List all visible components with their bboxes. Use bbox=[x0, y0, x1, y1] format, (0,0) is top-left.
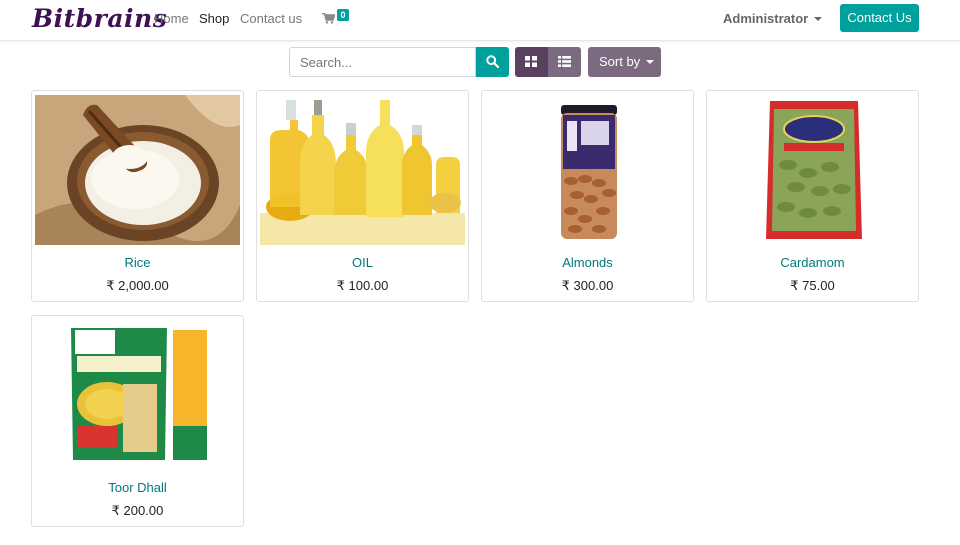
product-card-oil[interactable]: OIL ₹ 100.00 bbox=[256, 90, 469, 302]
product-price: ₹ 100.00 bbox=[336, 278, 389, 293]
almond-jar-image[interactable] bbox=[485, 95, 690, 245]
list-view-button[interactable] bbox=[548, 47, 581, 77]
list-icon bbox=[558, 56, 571, 67]
product-price: ₹ 200.00 bbox=[111, 503, 164, 518]
cart-button[interactable]: 0 bbox=[322, 9, 352, 29]
nav-contact-link[interactable]: Contact us bbox=[240, 11, 302, 26]
product-name-link[interactable]: Cardamom bbox=[707, 255, 918, 270]
rice-bowl-image[interactable] bbox=[35, 95, 240, 245]
product-price: ₹ 300.00 bbox=[561, 278, 614, 293]
user-menu-dropdown[interactable]: Administrator bbox=[723, 11, 823, 26]
cardamom-pack-image[interactable] bbox=[710, 95, 915, 245]
product-card-rice[interactable]: Rice ₹ 2,000.00 bbox=[31, 90, 244, 302]
oil-bottles-image[interactable] bbox=[260, 95, 465, 245]
chevron-down-icon bbox=[646, 59, 655, 64]
product-card-cardamom[interactable]: Cardamom ₹ 75.00 bbox=[706, 90, 919, 302]
product-price: ₹ 75.00 bbox=[790, 278, 835, 293]
cart-icon bbox=[322, 13, 335, 24]
chevron-down-icon bbox=[814, 16, 823, 21]
grid-view-button[interactable] bbox=[515, 47, 548, 77]
product-name-link[interactable]: Almonds bbox=[482, 255, 693, 270]
product-card-toor-dhall[interactable]: Toor Dhall ₹ 200.00 bbox=[31, 315, 244, 527]
search-input[interactable] bbox=[289, 47, 476, 77]
top-navbar: Bitbrains Home Shop Contact us 0 Adminis… bbox=[0, 0, 960, 41]
sort-by-label: Sort by bbox=[599, 54, 641, 69]
product-name-link[interactable]: OIL bbox=[257, 255, 468, 270]
product-price: ₹ 2,000.00 bbox=[106, 278, 169, 293]
cart-count-badge: 0 bbox=[337, 9, 349, 21]
search-icon bbox=[486, 55, 499, 68]
grid-icon bbox=[525, 56, 537, 67]
nav-home-link[interactable]: Home bbox=[154, 11, 189, 26]
product-name-link[interactable]: Toor Dhall bbox=[32, 480, 243, 495]
product-card-almonds[interactable]: Almonds ₹ 300.00 bbox=[481, 90, 694, 302]
contact-us-button[interactable]: Contact Us bbox=[840, 4, 919, 32]
sort-by-dropdown[interactable]: Sort by bbox=[588, 47, 661, 77]
user-menu-label: Administrator bbox=[723, 11, 809, 26]
product-name-link[interactable]: Rice bbox=[32, 255, 243, 270]
search-button[interactable] bbox=[476, 47, 509, 77]
nav-shop-link[interactable]: Shop bbox=[199, 11, 229, 26]
toor-dal-pack-image[interactable] bbox=[35, 320, 240, 470]
site-logo[interactable]: Bitbrains bbox=[32, 4, 167, 33]
